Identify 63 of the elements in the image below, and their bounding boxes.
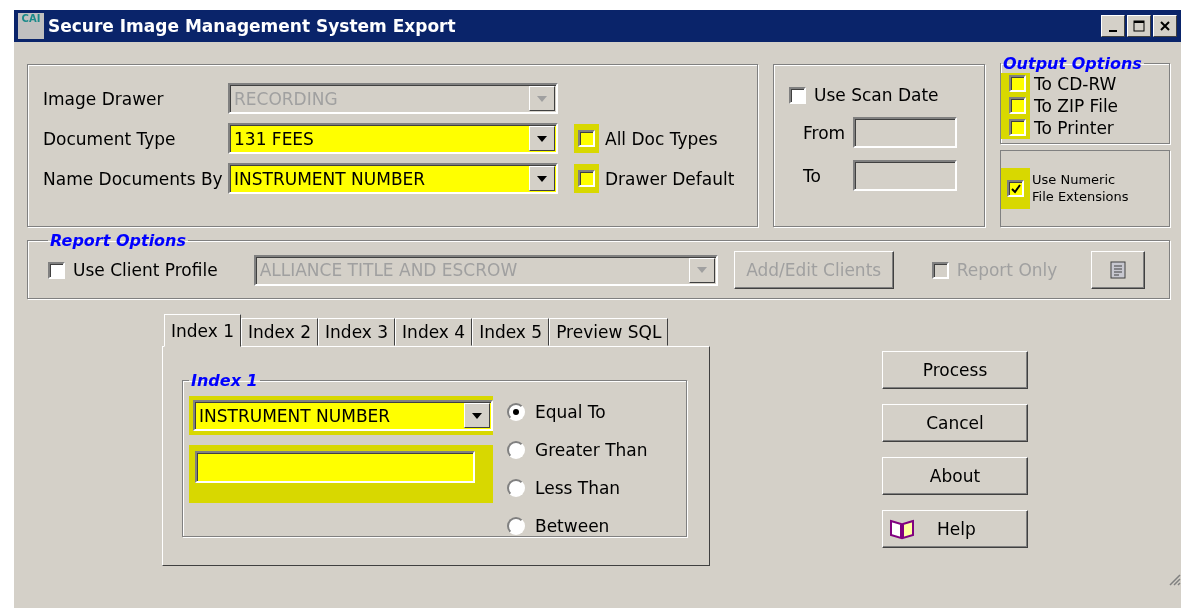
checkbox-label: All Doc Types: [605, 128, 718, 149]
tab[interactable]: Preview SQL: [549, 318, 669, 346]
report-button[interactable]: [1091, 251, 1146, 289]
tab[interactable]: Index 1: [164, 314, 242, 347]
to-label: To: [802, 165, 822, 186]
checkbox-label: Drawer Default: [605, 168, 735, 189]
radio-label: Less Than: [535, 478, 621, 498]
field-label: Image Drawer: [43, 88, 165, 109]
radio-label: Equal To: [535, 402, 606, 422]
radio-button[interactable]: [507, 479, 525, 497]
checkbox[interactable]: [578, 130, 595, 147]
radio-button[interactable]: [507, 441, 525, 459]
help-button[interactable]: Help: [882, 510, 1028, 548]
maximize-icon: [1133, 20, 1145, 32]
document-icon: [1110, 261, 1127, 279]
book-icon: [889, 518, 915, 540]
dropdown[interactable]: 131 FEES: [228, 123, 558, 154]
checkbox[interactable]: [1009, 75, 1026, 92]
radio-button[interactable]: [507, 403, 525, 421]
checkbox[interactable]: [578, 170, 595, 187]
checkbox[interactable]: [789, 86, 806, 104]
radio-label: Greater Than: [535, 440, 648, 460]
radio-button[interactable]: [507, 517, 525, 535]
action-button[interactable]: Cancel: [882, 404, 1028, 442]
checkbox-label: Use Numeric File Extensions: [1032, 172, 1130, 205]
minimize-button[interactable]: [1101, 15, 1125, 37]
tab[interactable]: Index 2: [241, 318, 319, 346]
group-title: Output Options: [1002, 54, 1143, 73]
index-dropdown[interactable]: INSTRUMENT NUMBER: [193, 400, 493, 431]
date-field[interactable]: [853, 160, 957, 191]
checkbox-label: To CD-RW: [1034, 74, 1117, 94]
tab[interactable]: Index 3: [318, 318, 396, 346]
app-icon: CAI: [18, 13, 44, 39]
tab[interactable]: Index 4: [395, 318, 473, 346]
dropdown-value: INSTRUMENT NUMBER: [233, 168, 427, 189]
from-label: From: [802, 122, 847, 143]
date-field[interactable]: [853, 117, 957, 148]
window-title: Secure Image Management System Export: [48, 16, 457, 36]
dropdown[interactable]: INSTRUMENT NUMBER: [228, 163, 558, 194]
field-label: Name Documents By: [43, 168, 224, 189]
index-value-field[interactable]: [195, 451, 475, 483]
minimize-icon: [1109, 30, 1117, 32]
dropdown-value: 131 FEES: [233, 128, 315, 149]
group-title: Report Options: [49, 231, 188, 250]
resize-grip-icon: [1167, 572, 1181, 586]
checkbox[interactable]: [1009, 97, 1026, 114]
checkbox[interactable]: [1007, 180, 1024, 197]
dropdown-value: INSTRUMENT NUMBER: [198, 405, 392, 426]
checkbox-label: To Printer: [1034, 118, 1114, 138]
close-button[interactable]: [1153, 15, 1177, 37]
maximize-button[interactable]: [1127, 15, 1151, 37]
tab[interactable]: Index 5: [472, 318, 550, 346]
checkbox-label: Use Scan Date: [814, 85, 939, 105]
action-button[interactable]: Process: [882, 351, 1028, 389]
checkbox[interactable]: [1009, 119, 1026, 136]
checkbox-label: To ZIP File: [1034, 96, 1119, 116]
close-icon: [1159, 20, 1171, 32]
action-button[interactable]: About: [882, 457, 1028, 495]
radio-label: Between: [535, 516, 610, 536]
field-label: Document Type: [43, 128, 177, 149]
group-title: Index 1: [190, 371, 259, 390]
checkbox[interactable]: [48, 261, 65, 279]
checkbox-label: Use Client Profile: [73, 260, 218, 280]
